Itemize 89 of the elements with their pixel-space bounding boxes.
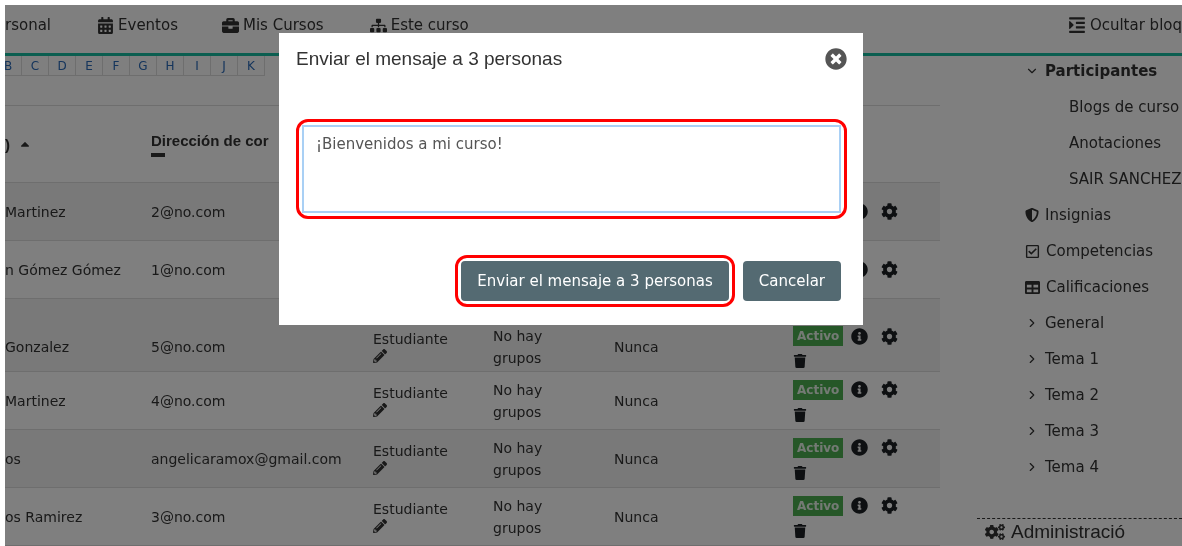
sitemap-icon — [369, 16, 387, 34]
name-cell-text: Martinez — [5, 392, 67, 409]
sidebar-item[interactable]: Insignias — [1025, 197, 1182, 233]
last-access-cell: Nunca — [614, 339, 659, 355]
sidebar-item[interactable]: Tema 4 — [1025, 449, 1182, 485]
last-access-cell: Nunca — [614, 508, 659, 525]
sidebar-item[interactable]: Participantes — [1025, 53, 1182, 89]
message-field[interactable]: ¡Bienvenidos a mi curso! — [302, 125, 841, 213]
sidebar-item[interactable]: Calificaciones — [1025, 269, 1182, 305]
trash-icon[interactable] — [793, 523, 807, 538]
pencil-icon[interactable] — [373, 460, 387, 475]
nav-link[interactable]: Mis Cursos — [222, 16, 324, 34]
role-cell: Estudiante — [373, 500, 448, 517]
calendar-icon — [97, 16, 115, 34]
sidebar-item[interactable]: Competencias — [1025, 233, 1182, 269]
trash-icon[interactable] — [793, 354, 807, 368]
status-badge: Activo — [793, 495, 844, 516]
nav-link[interactable]: rsonal — [5, 16, 52, 34]
status-badge: Activo — [793, 379, 844, 400]
trash-icon[interactable] — [793, 465, 807, 480]
last-access-cell: Nunca — [614, 450, 659, 467]
sidebar-item[interactable]: Tema 1 — [1025, 341, 1182, 377]
pencil-icon[interactable] — [373, 518, 387, 533]
name-cell-text: n Gómez Gómez — [5, 261, 122, 278]
groups-cell-text: No hay grupos — [493, 438, 544, 480]
letter-filter[interactable]: D — [49, 56, 76, 76]
email-cell-text: 4@no.com — [151, 392, 227, 409]
trash-icon[interactable] — [793, 407, 807, 422]
shield-icon — [1025, 208, 1039, 222]
name-cell-text: os Ramirez — [5, 508, 84, 525]
settings-icon[interactable] — [881, 381, 899, 398]
letter-filter[interactable]: B — [5, 56, 22, 76]
letter-filter[interactable]: G — [130, 56, 157, 76]
nav-link[interactable]: Eventos — [97, 16, 178, 34]
settings-icon[interactable] — [881, 327, 899, 345]
role-cell: Estudiante — [373, 331, 448, 347]
letter-filter[interactable]: J — [211, 56, 238, 76]
settings-icon[interactable] — [881, 497, 899, 514]
sidebar-item[interactable]: Tema 2 — [1025, 377, 1182, 413]
status-badge: Activo — [793, 437, 844, 458]
dialog-title: Enviar el mensaje a 3 personas — [296, 48, 563, 70]
settings-icon[interactable] — [881, 203, 898, 220]
cogs-icon — [985, 521, 1005, 542]
cancel-button[interactable]: Cancelar — [742, 261, 841, 301]
send-button[interactable]: Enviar el mensaje a 3 personas — [461, 261, 729, 301]
role-cell: Estudiante — [373, 384, 448, 401]
table-icon — [1025, 279, 1040, 295]
info-icon[interactable] — [851, 327, 869, 345]
email-cell-text: angelicaramox@gmail.com — [151, 450, 343, 467]
column-header[interactable]: ) — [5, 135, 10, 153]
email-cell-text: 1@no.com — [151, 261, 227, 278]
email-cell-text: 5@no.com — [151, 339, 227, 355]
name-cell-text: Martinez — [5, 203, 67, 220]
last-access-cell: Nunca — [614, 392, 659, 409]
letter-filter[interactable]: I — [184, 56, 211, 76]
briefcase-icon — [222, 16, 239, 34]
letter-filter[interactable]: F — [103, 56, 130, 76]
hide-blocks-link[interactable]: Ocultar bloq — [1067, 16, 1182, 34]
checkbox-icon — [1025, 243, 1040, 259]
status-badge: Activo — [793, 326, 844, 346]
groups-cell-text: No hay grupos — [493, 380, 544, 422]
sidebar-item[interactable]: Tema 3 — [1025, 413, 1182, 449]
letter-filter[interactable]: H — [157, 56, 184, 76]
letter-filter[interactable]: C — [22, 56, 49, 76]
indent-icon — [1067, 16, 1086, 34]
email-cell-text: 2@no.com — [151, 203, 227, 220]
name-cell-text: os — [5, 450, 22, 467]
nav-link[interactable]: Este curso — [369, 16, 469, 34]
sidebar-item[interactable]: Anotaciones — [1025, 125, 1182, 161]
settings-icon[interactable] — [881, 439, 899, 456]
letter-filter[interactable]: K — [238, 56, 265, 76]
sidebar-item[interactable]: General — [1025, 305, 1182, 341]
name-cell-text: Gonzalez — [5, 339, 71, 355]
sidebar-item[interactable]: SAIR SANCHEZ — [1025, 161, 1182, 197]
email-cell-text: 3@no.com — [151, 508, 227, 525]
info-icon[interactable] — [851, 439, 869, 456]
settings-icon[interactable] — [881, 261, 898, 278]
role-cell: Estudiante — [373, 442, 448, 459]
info-icon[interactable] — [851, 497, 869, 514]
groups-cell-text: No hay grupos — [493, 327, 544, 368]
letter-filter[interactable]: E — [76, 56, 103, 76]
pencil-icon[interactable] — [373, 349, 387, 363]
groups-cell-text: No hay grupos — [493, 496, 544, 538]
info-icon[interactable] — [851, 381, 869, 398]
sidebar-item[interactable]: Blogs de curso — [1025, 89, 1182, 125]
close-button[interactable] — [825, 48, 847, 70]
pencil-icon[interactable] — [373, 402, 387, 417]
block-title: Administració — [1011, 521, 1126, 542]
column-header[interactable]: Dirección de cor — [151, 131, 269, 149]
